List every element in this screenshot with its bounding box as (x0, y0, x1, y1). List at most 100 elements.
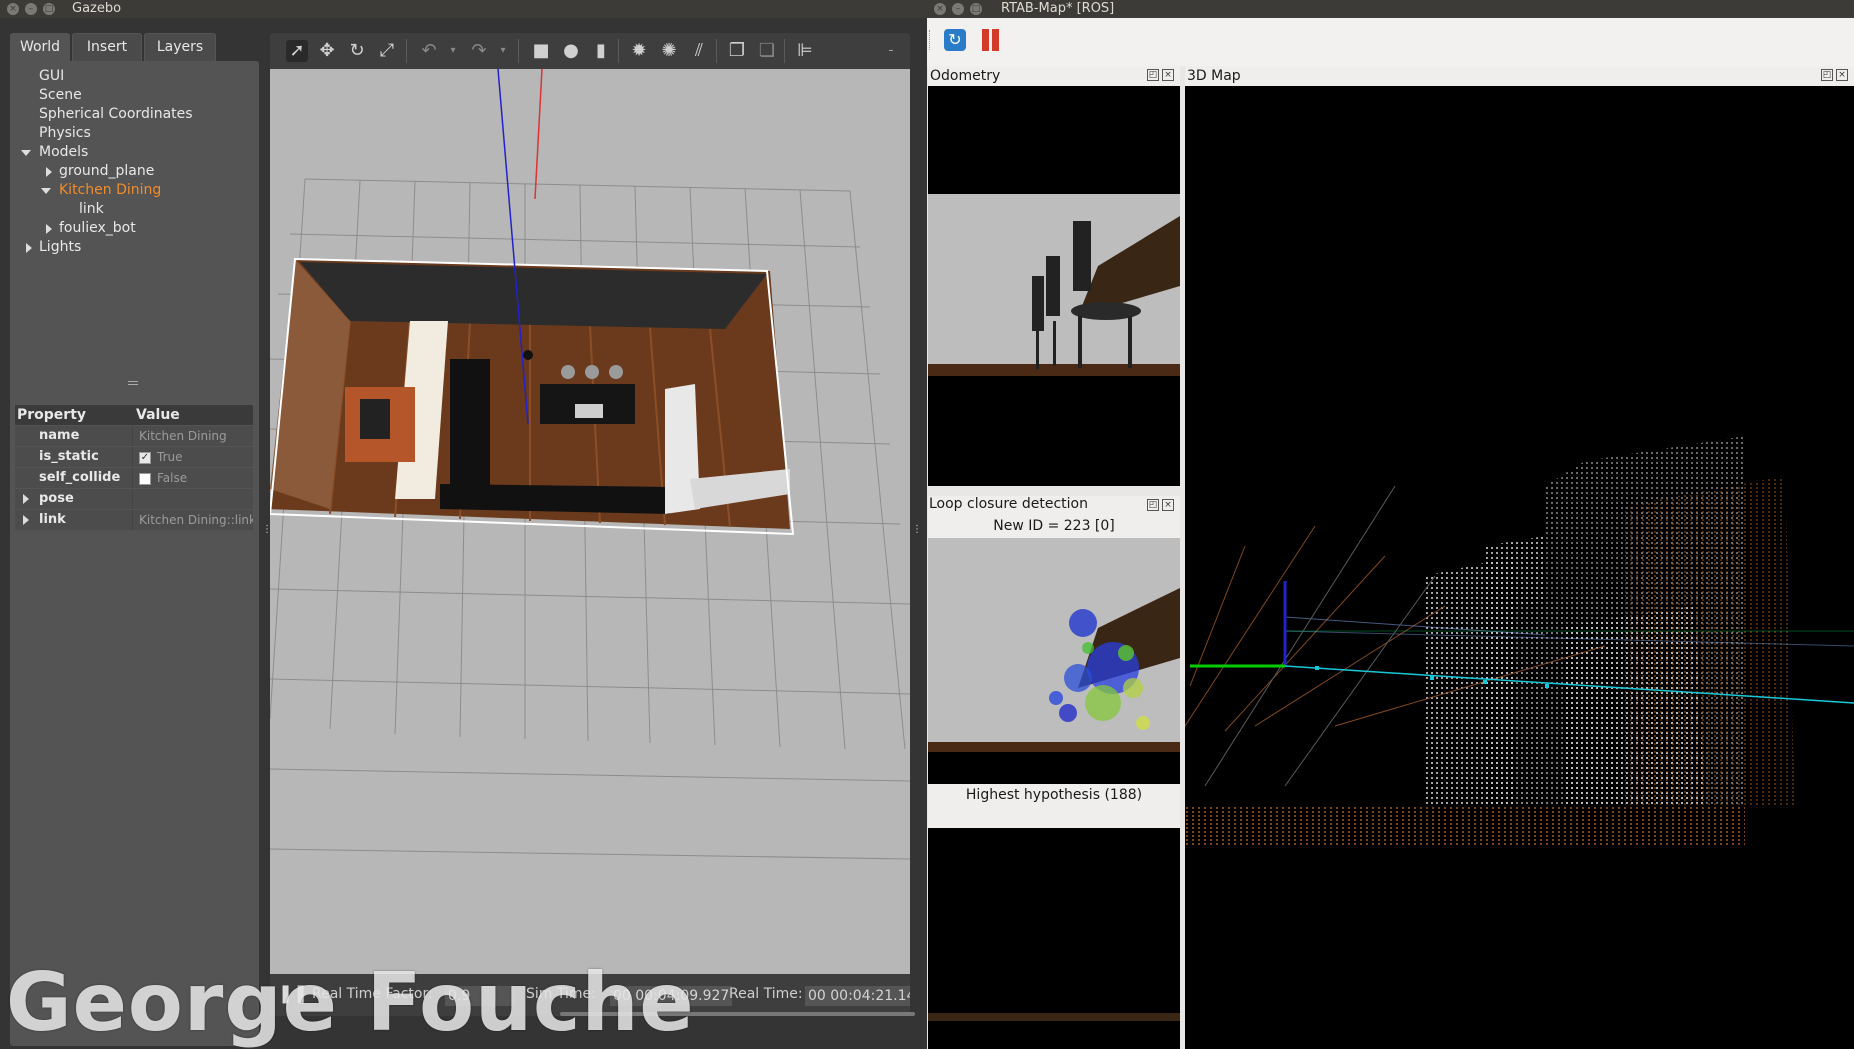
copy-icon[interactable]: ❐ (726, 40, 748, 62)
point-cloud-map (1185, 436, 1854, 846)
property-row[interactable]: is_static ✓ True (15, 447, 253, 467)
directional-light-icon[interactable]: ⫽ (688, 40, 710, 62)
toolbar-separator (518, 39, 519, 63)
translate-icon[interactable]: ✥ (316, 40, 338, 62)
window-title: Gazebo (72, 1, 122, 16)
toolbar-separator (618, 39, 619, 63)
close-dock-icon[interactable]: × (1836, 69, 1848, 81)
property-name: is_static (15, 447, 133, 467)
stool (609, 365, 623, 379)
align-icon[interactable]: ⊫ (794, 40, 816, 62)
select-arrow-icon[interactable]: ➚ (286, 40, 308, 62)
tree-item-fouliex-bot[interactable]: fouliex_bot (59, 220, 136, 236)
tree-item-spherical-coordinates[interactable]: Spherical Coordinates (39, 106, 193, 122)
float-dock-icon[interactable]: ◰ (1821, 69, 1833, 81)
maximize-window-icon[interactable]: □ (43, 3, 55, 15)
odometry-view[interactable] (928, 86, 1180, 486)
odometry-dock-title: Odometry ◰ × (928, 66, 1180, 86)
minimize-window-icon[interactable]: – (25, 3, 37, 15)
counter (440, 484, 670, 514)
chevron-down-icon[interactable]: ▾ (492, 40, 514, 62)
maximize-window-icon[interactable]: □ (970, 3, 982, 15)
undo-icon[interactable]: ↶ (418, 40, 440, 62)
property-value[interactable]: Kitchen Dining (135, 426, 253, 446)
watermark: George Fouche (6, 956, 695, 1049)
loop-closure-title: Loop closure detection (929, 496, 1088, 512)
rtabmap-toolbar: ↻ (927, 18, 1854, 66)
dining-table (360, 399, 390, 439)
header-property: Property (17, 407, 87, 423)
sphere-shape-icon[interactable]: ● (560, 40, 582, 62)
tree-item-gui[interactable]: GUI (39, 68, 64, 84)
tab-world[interactable]: World (10, 33, 70, 61)
close-window-icon[interactable]: × (934, 3, 946, 15)
tree-item-models[interactable]: Models (39, 144, 88, 160)
sink (575, 404, 603, 418)
new-id-label: New ID = 223 [0] (993, 518, 1115, 534)
close-dock-icon[interactable]: × (1162, 499, 1174, 511)
pause-red-icon[interactable] (982, 29, 1000, 51)
gazebo-3d-viewport[interactable] (270, 69, 910, 974)
checkbox-label: False (157, 471, 188, 485)
property-row[interactable]: name Kitchen Dining (15, 426, 253, 446)
loop-closure-view[interactable] (928, 538, 1180, 784)
tree-item-scene[interactable]: Scene (39, 87, 82, 103)
header-value: Value (136, 407, 180, 423)
property-value[interactable]: ✓ True (135, 447, 253, 467)
checkbox-unchecked-icon[interactable] (139, 472, 151, 485)
real-time-label: Real Time: (729, 986, 803, 1002)
tree-item-link[interactable]: link (79, 201, 104, 217)
tree-item-physics[interactable]: Physics (39, 125, 91, 141)
point-light-icon[interactable]: ✹ (628, 40, 650, 62)
scene-render (270, 69, 910, 860)
property-row[interactable]: self_collide False (15, 468, 253, 488)
menu-chevron-icon[interactable]: – (880, 40, 902, 62)
refresh-icon[interactable]: ↻ (944, 29, 966, 51)
expand-right-icon[interactable] (46, 167, 52, 177)
right-splitter-icon[interactable]: ⋮ (912, 524, 922, 538)
loop-closure-dock: Loop closure detection ◰ × New ID = 223 … (928, 496, 1180, 538)
scale-icon[interactable]: ⤢ (376, 40, 398, 62)
spot-light-icon[interactable]: ✺ (658, 40, 680, 62)
property-value (135, 489, 253, 509)
robot-marker (523, 350, 533, 360)
close-window-icon[interactable]: × (7, 3, 19, 15)
paste-icon[interactable]: ❏ (756, 40, 778, 62)
minimize-window-icon[interactable]: – (952, 3, 964, 15)
map-title: 3D Map (1187, 68, 1241, 84)
world-panel: GUI Scene Spherical Coordinates Physics … (10, 61, 259, 1046)
lower-image (928, 806, 1180, 1021)
splitter-handle[interactable] (128, 381, 138, 385)
expand-right-icon[interactable] (46, 224, 52, 234)
float-dock-icon[interactable]: ◰ (1147, 69, 1159, 81)
property-row[interactable]: pose (15, 489, 253, 509)
float-dock-icon[interactable]: ◰ (1147, 499, 1159, 511)
expand-down-icon[interactable] (21, 150, 31, 156)
tree-item-ground-plane[interactable]: ground_plane (59, 163, 154, 179)
rotate-icon[interactable]: ↻ (346, 40, 368, 62)
chevron-down-icon[interactable]: ▾ (442, 40, 464, 62)
rtabmap-titlebar: × – □ RTAB-Map* [ROS] (927, 0, 1854, 18)
tab-insert[interactable]: Insert (72, 33, 142, 61)
property-value[interactable]: Kitchen Dining::link (135, 510, 253, 530)
checkbox-checked-icon[interactable]: ✓ (139, 451, 151, 464)
box-shape-icon[interactable]: ■ (530, 40, 552, 62)
tab-layers[interactable]: Layers (144, 33, 216, 61)
tree-item-lights[interactable]: Lights (39, 239, 81, 255)
toolbar-separator (784, 39, 785, 63)
toolbar-grip (929, 30, 932, 50)
close-dock-icon[interactable]: × (1162, 69, 1174, 81)
expand-right-icon[interactable] (26, 243, 32, 253)
toolbar-separator (406, 39, 407, 63)
odometry-title: Odometry (930, 68, 1001, 84)
property-value[interactable]: False (135, 468, 253, 488)
left-splitter-icon[interactable]: ⋮ (262, 524, 272, 538)
stool (585, 365, 599, 379)
tree-item-kitchen-dining[interactable]: Kitchen Dining (59, 182, 161, 198)
cylinder-shape-icon[interactable]: ▮ (590, 40, 612, 62)
property-name: pose (15, 489, 133, 509)
redo-icon[interactable]: ↷ (468, 40, 490, 62)
expand-down-icon[interactable] (41, 188, 51, 194)
property-row[interactable]: link Kitchen Dining::link (15, 510, 253, 530)
3d-map-view[interactable] (1185, 86, 1854, 1049)
